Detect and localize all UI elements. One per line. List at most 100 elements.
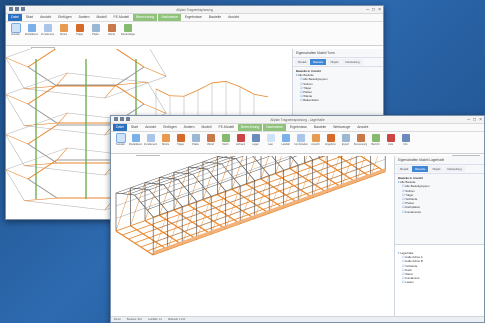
menu-tab[interactable]: Einfügen <box>55 14 74 21</box>
menu-tab[interactable]: FE-Modell <box>111 14 132 21</box>
ribbon-button[interactable]: Fundament <box>144 134 157 151</box>
ribbon-button[interactable]: Stütze <box>57 24 70 43</box>
menu-tab[interactable]: Berechnung <box>238 124 263 131</box>
ribbon-button-label: Wand <box>108 33 115 36</box>
ribbon-button[interactable]: Fundament <box>41 24 54 43</box>
truss-member <box>6 134 25 166</box>
ribbon-button[interactable]: Platte <box>89 24 102 43</box>
truss-brace <box>143 103 167 114</box>
tool-icon <box>161 134 170 142</box>
maximize-icon[interactable]: □ <box>473 117 476 123</box>
menu-tab[interactable]: Ergebnisse <box>287 124 310 131</box>
ribbon-button[interactable]: Bericht <box>369 134 382 151</box>
menu-tab[interactable]: Ändern <box>181 124 198 131</box>
panel-tab[interactable]: Bauteile <box>310 59 327 65</box>
truss-brace <box>24 122 58 126</box>
ribbon-button-label: Modellieren <box>128 143 143 146</box>
close-icon[interactable]: × <box>479 117 482 123</box>
menu-tab[interactable]: Ändern <box>76 14 93 21</box>
menu-tab[interactable]: FE-Modell <box>216 124 237 131</box>
ribbon-button[interactable]: Bemessung <box>354 134 367 151</box>
menu-tab[interactable]: Start <box>23 14 36 21</box>
menu-tab[interactable]: Nachweise <box>263 124 286 131</box>
panel-tab[interactable]: Darstellung <box>342 59 363 65</box>
ribbon-button[interactable]: Ergebnis <box>324 134 337 151</box>
menu-tab[interactable]: Modell <box>199 124 215 131</box>
menu-tab[interactable]: Berechnung <box>133 14 158 21</box>
minimize-icon[interactable]: – <box>467 117 470 123</box>
ribbon-button-label: Fundament <box>143 143 158 146</box>
ribbon-button[interactable]: Liste <box>384 134 397 151</box>
panel-tab[interactable]: Darstellung <box>444 166 465 172</box>
close-icon[interactable]: × <box>378 7 381 13</box>
ribbon-button[interactable]: Modellieren <box>129 134 142 151</box>
tree-item[interactable]: ☑ Balkenfelder <box>296 98 381 102</box>
panel-tab[interactable]: Modell <box>397 166 412 172</box>
rafter <box>309 156 313 161</box>
ribbon-button[interactable]: Export <box>339 134 352 151</box>
tool-icon <box>115 133 126 143</box>
panel-tab[interactable]: Objekt <box>429 166 444 172</box>
truss-member <box>27 66 58 87</box>
girt <box>153 159 386 243</box>
tree-item[interactable]: ☑ Fundamente <box>398 210 482 214</box>
status-text: Bereit <box>114 318 121 321</box>
menu-tab[interactable]: Datei <box>113 124 127 131</box>
menu-tab[interactable]: Ansicht <box>354 124 371 131</box>
warehouse-model-viewport[interactable] <box>111 156 394 316</box>
tool-icon <box>91 24 100 32</box>
menu-tab[interactable]: Ansicht <box>37 14 54 21</box>
ribbon-button[interactable]: Wand <box>105 24 118 43</box>
ribbon-button[interactable]: Modellieren <box>25 24 38 43</box>
ribbon-button[interactable]: Lastfall <box>279 134 292 151</box>
tree-item[interactable]: ☑ Lasten <box>398 280 482 284</box>
ribbon-button[interactable]: Kombination <box>294 134 308 151</box>
ribbon-button[interactable]: Dach <box>219 134 232 151</box>
panel-tab[interactable]: Bauteile <box>412 166 429 172</box>
ribbon-button[interactable]: Bauteil-Eigenschaften <box>120 24 135 43</box>
ribbon-button[interactable]: Auswahl <box>9 23 22 43</box>
tool-icon <box>221 134 230 142</box>
menu-tab[interactable]: Bauteile <box>311 124 329 131</box>
menu-tab[interactable]: Ergebnisse <box>182 14 205 21</box>
ribbon-button-label: Bemessung <box>353 143 368 146</box>
menu-tab[interactable]: Start <box>128 124 141 131</box>
menu-tab[interactable]: Einfügen <box>160 124 179 131</box>
tool-icon <box>59 24 68 32</box>
tool-icon <box>281 134 290 142</box>
ribbon-button[interactable]: Verband <box>234 134 247 151</box>
ribbon-button[interactable]: Lager <box>249 134 262 151</box>
menu-tab[interactable]: Bauteile <box>206 14 224 21</box>
tool-icon <box>401 134 410 142</box>
panel-tab[interactable]: Modell <box>295 59 310 65</box>
menu-tab[interactable]: Modell <box>94 14 110 21</box>
tool-icon <box>296 134 305 142</box>
ribbon-button[interactable]: Last <box>264 134 277 151</box>
tree-item-label: Fundamente <box>405 209 422 214</box>
ribbon-button[interactable]: Träger <box>73 24 86 43</box>
ribbon-button[interactable]: Wand <box>204 134 217 151</box>
window-controls[interactable]: – □ × <box>366 7 381 13</box>
menu-tab[interactable]: Werkzeuge <box>330 124 353 131</box>
menu-tab[interactable]: Datei <box>8 14 22 21</box>
truss-brace <box>24 197 58 201</box>
menu-tab[interactable]: Ansicht <box>225 14 242 21</box>
truss-member <box>27 178 58 199</box>
minimize-icon[interactable]: – <box>366 7 369 13</box>
ribbon-button[interactable]: Ansicht <box>309 134 322 151</box>
ribbon-button-label: Liste <box>387 143 394 146</box>
tree-item-label: Lasten <box>405 280 414 285</box>
ribbon-button[interactable]: Stütze <box>159 134 172 151</box>
truss-member <box>27 159 58 180</box>
ribbon-button[interactable]: Platte <box>189 134 202 151</box>
menu-tab[interactable]: Ansicht <box>142 124 159 131</box>
tool-icon <box>43 24 52 32</box>
ribbon-button[interactable]: Info <box>399 134 412 151</box>
maximize-icon[interactable]: □ <box>372 7 375 13</box>
ribbon-button[interactable]: Auswahl <box>114 133 127 151</box>
ribbon-button[interactable]: Träger <box>174 134 187 151</box>
ribbon-button-label: Bauteil-Eigenschaften <box>120 33 135 36</box>
menu-tab[interactable]: Nachweise <box>158 14 181 21</box>
panel-tab[interactable]: Objekt <box>327 59 342 65</box>
window-controls[interactable]: – □ × <box>467 117 482 123</box>
